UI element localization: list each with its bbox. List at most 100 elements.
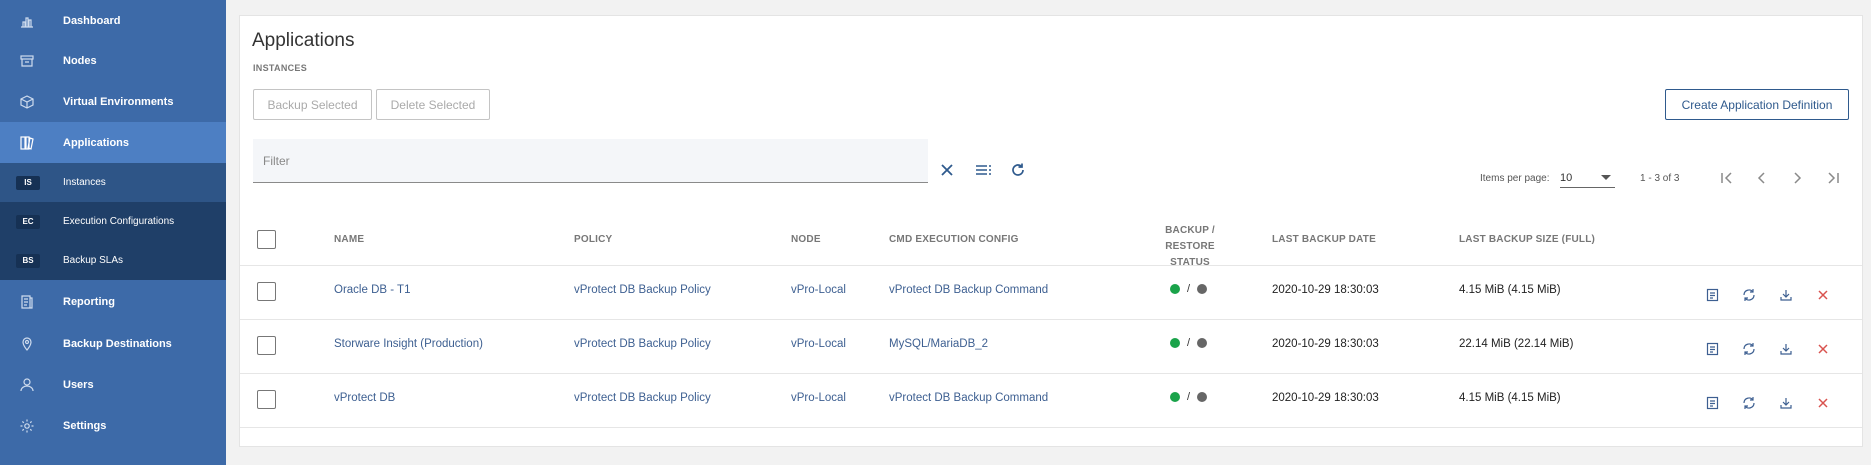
items-per-page-select[interactable]: 10 [1560,169,1615,188]
node-link[interactable]: vPro-Local [791,392,846,404]
instances-badge: IS [16,175,40,190]
backup-restore-status: / [1170,337,1208,349]
sync-icon[interactable] [1740,340,1758,358]
instance-name-link[interactable]: vProtect DB [334,392,395,404]
row-checkbox[interactable] [257,390,276,409]
sync-icon[interactable] [1740,394,1758,412]
column-header-last-backup-date[interactable]: LAST BACKUP DATE [1272,234,1376,245]
sidebar: Dashboard Nodes Virtual Environments App… [0,0,226,465]
column-header-status-line2: RESTORE STATUS [1165,241,1215,268]
user-icon [19,377,35,393]
policy-link[interactable]: vProtect DB Backup Policy [574,284,711,296]
delete-icon[interactable] [1814,286,1832,304]
clear-filter-icon[interactable] [937,160,957,180]
select-all-checkbox[interactable] [257,230,276,249]
sidebar-item-label: Backup Destinations [63,337,172,350]
report-icon [19,294,35,310]
sidebar-item-label: Settings [63,419,107,432]
sidebar-subitem-backup-slas[interactable]: BS Backup SLAs [0,241,226,280]
sidebar-item-label: Virtual Environments [63,95,174,108]
status-separator: / [1187,391,1191,403]
stack-icon [19,135,35,151]
last-backup-date: 2020-10-29 18:30:03 [1272,392,1379,404]
pagination-range: 1 - 3 of 3 [1640,173,1680,184]
details-icon[interactable] [1703,340,1721,358]
gear-icon [19,418,35,434]
filter-input[interactable] [253,139,928,182]
first-page-icon[interactable] [1716,167,1738,189]
sidebar-item-applications[interactable]: Applications [0,122,226,163]
sidebar-item-label: Dashboard [63,14,121,27]
details-icon[interactable] [1703,286,1721,304]
sidebar-item-label: Nodes [63,54,97,67]
page-title: Applications [252,30,355,51]
backup-status-dot [1170,392,1180,402]
create-application-definition-button[interactable]: Create Application Definition [1665,89,1849,120]
page-subtitle: INSTANCES [253,63,308,73]
cmd-config-link[interactable]: MySQL/MariaDB_2 [889,338,988,350]
status-separator: / [1187,283,1191,295]
sidebar-item-users[interactable]: Users [0,364,226,405]
delete-icon[interactable] [1814,394,1832,412]
table-divider [240,373,1862,374]
node-link[interactable]: vPro-Local [791,284,846,296]
column-header-cmd-execution-config[interactable]: CMD EXECUTION CONFIG [889,234,1019,245]
sync-icon[interactable] [1740,286,1758,304]
sidebar-subitem-execution-configurations[interactable]: EC Execution Configurations [0,202,226,241]
execution-configurations-badge: EC [16,214,40,229]
sidebar-subitem-label: Execution Configurations [63,216,175,227]
sidebar-item-backup-destinations[interactable]: Backup Destinations [0,323,226,364]
last-backup-size: 4.15 MiB (4.15 MiB) [1459,392,1561,404]
backup-status-dot [1170,284,1180,294]
row-checkbox[interactable] [257,282,276,301]
bar-chart-icon [19,13,35,29]
column-list-icon[interactable] [974,160,994,180]
delete-icon[interactable] [1814,340,1832,358]
table-divider [240,265,1862,266]
restore-status-dot [1197,284,1208,294]
last-page-icon[interactable] [1822,167,1844,189]
column-header-node[interactable]: NODE [791,234,821,245]
instance-name-link[interactable]: Oracle DB - T1 [334,284,410,296]
cmd-config-link[interactable]: vProtect DB Backup Command [889,284,1048,296]
column-header-last-backup-size[interactable]: LAST BACKUP SIZE (FULL) [1459,234,1595,245]
restore-download-icon[interactable] [1777,286,1795,304]
last-backup-size: 4.15 MiB (4.15 MiB) [1459,284,1561,296]
backup-status-dot [1170,338,1180,348]
filter-field [253,139,928,183]
restore-status-dot [1197,392,1208,402]
sidebar-item-nodes[interactable]: Nodes [0,40,226,81]
next-page-icon[interactable] [1786,167,1808,189]
sidebar-item-reporting[interactable]: Reporting [0,281,226,322]
sidebar-item-dashboard[interactable]: Dashboard [0,0,226,41]
restore-download-icon[interactable] [1777,340,1795,358]
delete-selected-button[interactable]: Delete Selected [376,89,490,120]
backup-restore-status: / [1170,391,1208,403]
table-divider [240,319,1862,320]
restore-status-dot [1197,338,1208,348]
row-checkbox[interactable] [257,336,276,355]
previous-page-icon[interactable] [1751,167,1773,189]
policy-link[interactable]: vProtect DB Backup Policy [574,338,711,350]
node-link[interactable]: vPro-Local [791,338,846,350]
instances-panel: Applications INSTANCES Backup Selected D… [239,15,1863,447]
sidebar-subitem-label: Instances [63,177,106,188]
cube-icon [19,94,35,110]
backup-selected-button[interactable]: Backup Selected [253,89,372,120]
column-header-status-line1: BACKUP / [1165,225,1215,236]
column-header-name[interactable]: NAME [334,234,364,245]
sidebar-item-label: Users [63,378,94,391]
column-header-policy[interactable]: POLICY [574,234,612,245]
refresh-icon[interactable] [1008,160,1028,180]
location-pin-icon [19,336,35,352]
last-backup-date: 2020-10-29 18:30:03 [1272,338,1379,350]
restore-download-icon[interactable] [1777,394,1795,412]
instance-name-link[interactable]: Storware Insight (Production) [334,338,483,350]
sidebar-item-virtual-environments[interactable]: Virtual Environments [0,81,226,122]
cmd-config-link[interactable]: vProtect DB Backup Command [889,392,1048,404]
policy-link[interactable]: vProtect DB Backup Policy [574,392,711,404]
last-backup-date: 2020-10-29 18:30:03 [1272,284,1379,296]
sidebar-subitem-instances[interactable]: IS Instances [0,163,226,202]
sidebar-item-settings[interactable]: Settings [0,405,226,446]
details-icon[interactable] [1703,394,1721,412]
